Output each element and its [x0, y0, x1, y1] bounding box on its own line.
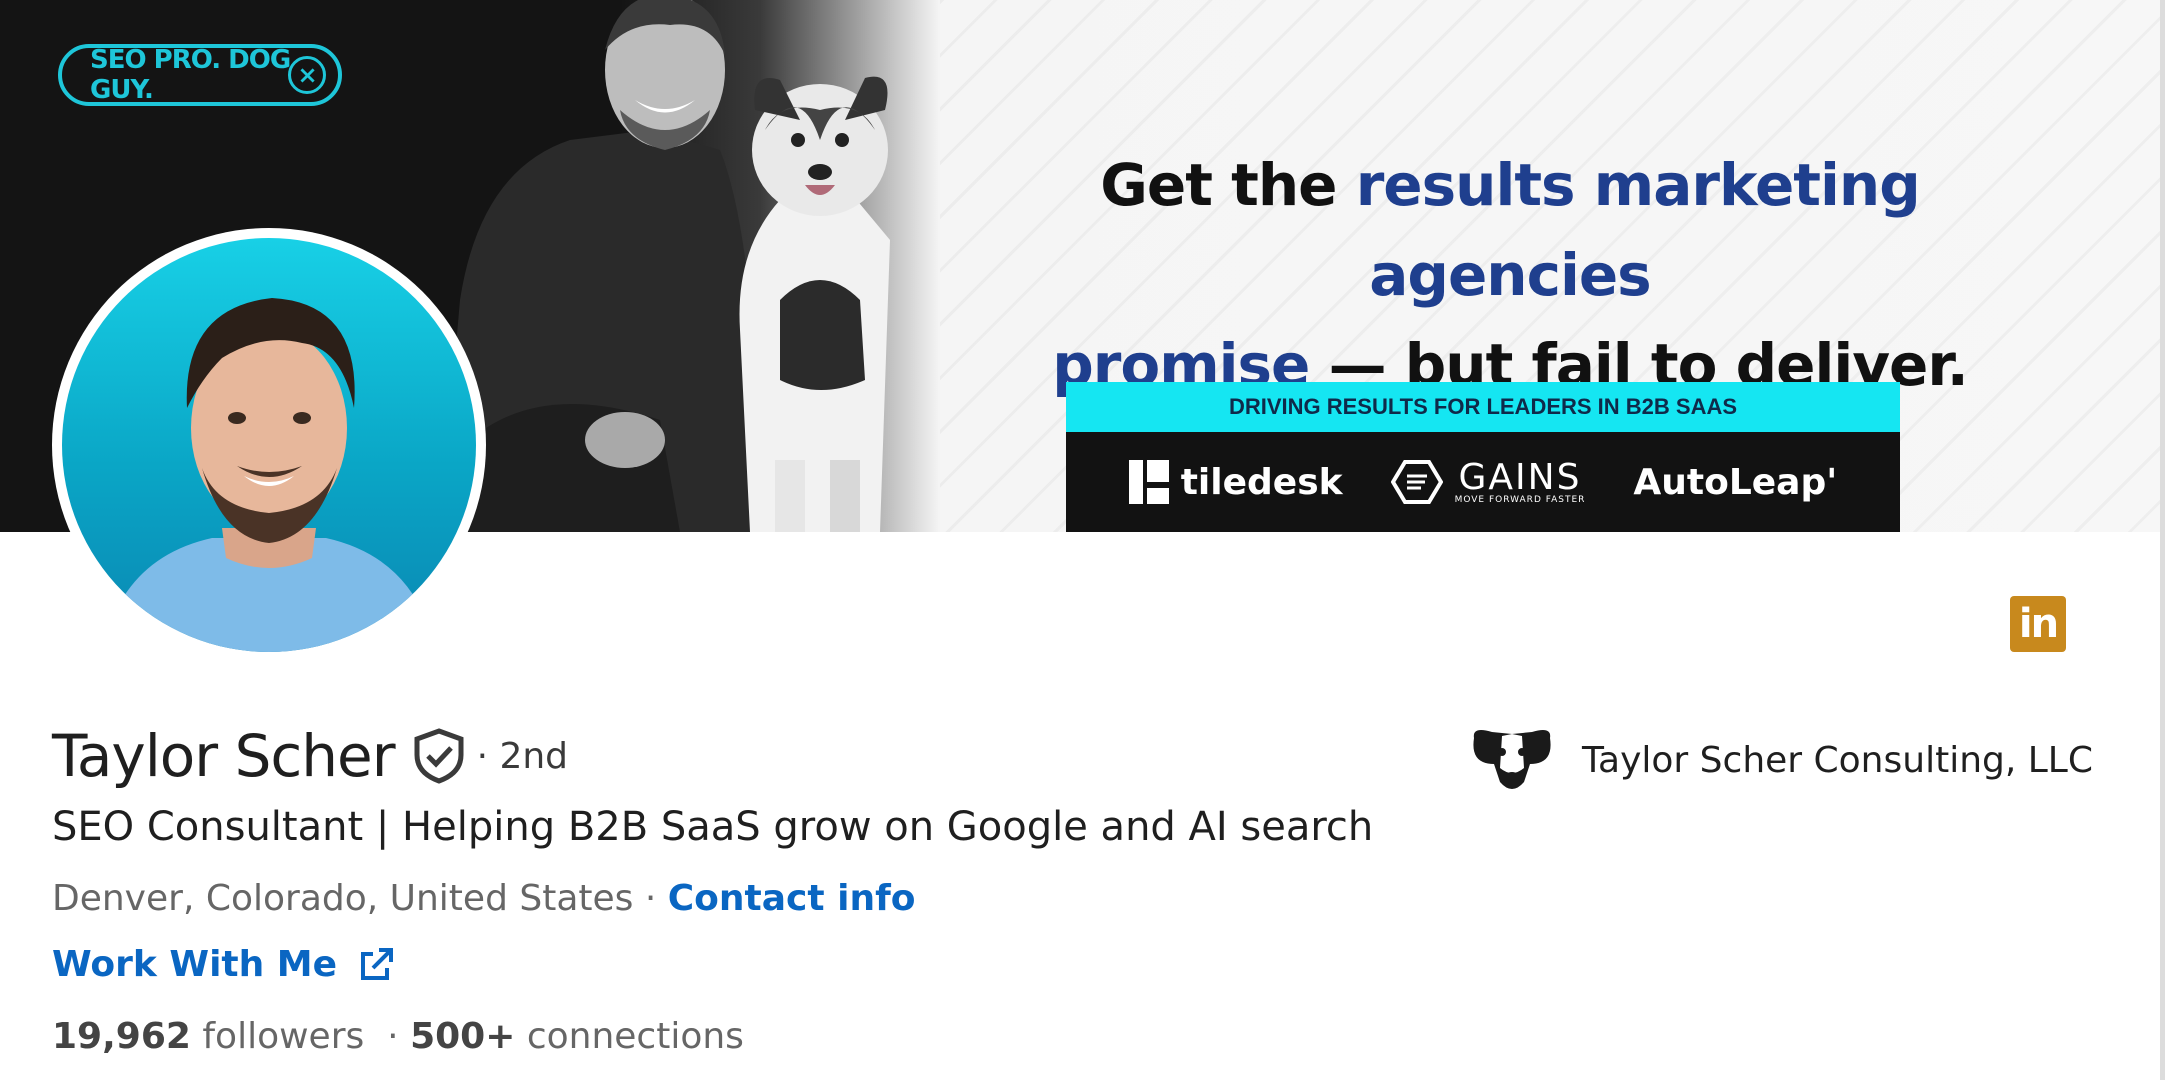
scrollbar-edge: [2160, 0, 2165, 1080]
dog-logo-icon: [1473, 730, 1551, 789]
headline-part1: Get the: [1100, 151, 1356, 219]
contact-info-link[interactable]: Contact info: [668, 878, 916, 919]
followers-count: 19,962: [52, 1016, 191, 1057]
work-with-me-label: Work With Me: [52, 944, 338, 985]
autoleap-text: AutoLeap': [1633, 461, 1838, 503]
network-stats: 19,962 followers · 500+ connections: [52, 1016, 744, 1057]
gains-text: GAINS: [1458, 456, 1582, 498]
company-name: Taylor Scher Consulting, LLC: [1582, 739, 2093, 781]
gains-icon: [1390, 460, 1443, 504]
gains-logo: GAINS MOVE FORWARD FASTER: [1390, 456, 1586, 505]
tiledesk-text: tiledesk: [1180, 461, 1343, 503]
external-link-icon: [361, 947, 394, 980]
close-icon: ×: [288, 56, 326, 94]
client-logos-box: DRIVING RESULTS FOR LEADERS IN B2B SAAS …: [1066, 382, 1900, 532]
location-row: Denver, Colorado, United States · Contac…: [52, 878, 916, 919]
autoleap-logo: AutoLeap': [1633, 462, 1837, 503]
followers-label[interactable]: followers: [202, 1016, 364, 1057]
avatar-photo: [62, 238, 476, 652]
driving-results-strip: DRIVING RESULTS FOR LEADERS IN B2B SAAS: [1066, 382, 1900, 432]
current-company[interactable]: Taylor Scher Consulting, LLC: [1468, 724, 2093, 796]
connections-count: 500+: [410, 1016, 516, 1057]
linkedin-icon[interactable]: in: [2010, 596, 2066, 652]
headline-blue1: results marketing agencies: [1355, 151, 1921, 309]
connections-label[interactable]: connections: [527, 1016, 744, 1057]
banner-headline: Get the results marketing agencies promi…: [960, 140, 2060, 410]
tiledesk-logo: tiledesk: [1128, 460, 1343, 504]
location-separator: ·: [633, 878, 668, 919]
seo-badge: SEO PRO. DOG GUY. ×: [58, 44, 342, 106]
verified-shield-icon[interactable]: [413, 728, 465, 784]
name-row: Taylor Scher · 2nd: [52, 722, 568, 790]
connection-degree: · 2nd: [476, 735, 569, 777]
tiledesk-icon: [1128, 460, 1169, 504]
connections-separator: ·: [387, 1016, 399, 1057]
gains-tagline: MOVE FORWARD FASTER: [1454, 494, 1586, 505]
profile-name: Taylor Scher: [52, 722, 396, 790]
banner-photo-man-with-dog: [440, 0, 890, 532]
avatar-portrait: [102, 298, 436, 652]
work-with-me-link[interactable]: Work With Me: [52, 944, 395, 985]
profile-avatar[interactable]: [52, 228, 486, 662]
location-text: Denver, Colorado, United States: [52, 878, 634, 919]
client-logos: tiledesk GAINS MOVE FORWARD FASTER AutoL…: [1066, 432, 1900, 532]
profile-headline: SEO Consultant | Helping B2B SaaS grow o…: [52, 804, 1374, 850]
